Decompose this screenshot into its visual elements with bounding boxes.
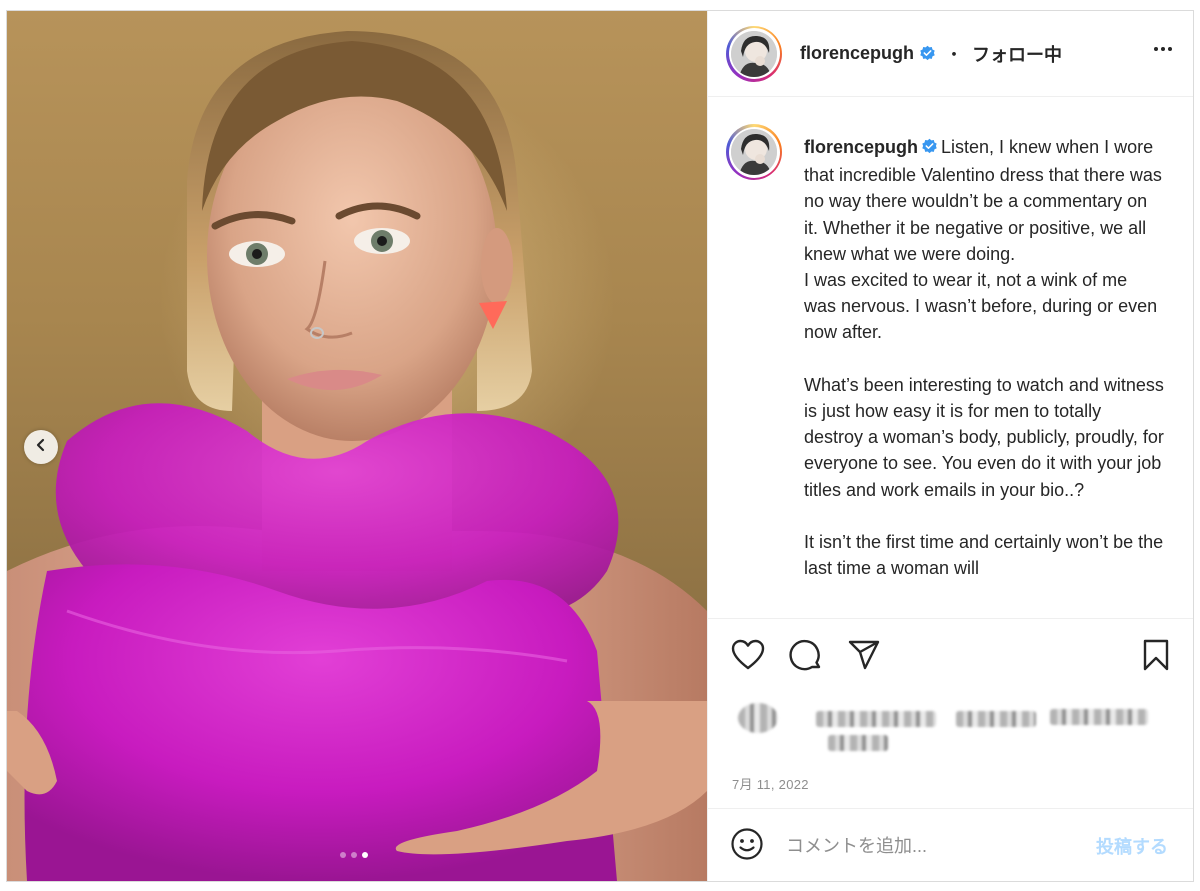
caption-body: Listen, I knew when I wore that incredib… — [804, 137, 1164, 579]
comment-icon — [789, 638, 823, 677]
comment-button[interactable] — [788, 639, 824, 675]
emoji-icon — [730, 828, 764, 865]
following-button[interactable]: フォロー中 — [972, 41, 1062, 67]
verified-badge-icon — [921, 136, 938, 162]
caption-username[interactable]: florencepugh — [804, 137, 918, 157]
carousel-indicator — [340, 852, 368, 858]
post-header: florencepugh ・ フォロー中 — [708, 11, 1193, 97]
comment-input[interactable] — [786, 831, 1066, 861]
avatar-image — [731, 129, 777, 175]
carousel-dot-active — [362, 852, 368, 858]
more-options-button[interactable] — [1152, 41, 1174, 57]
chevron-left-icon — [34, 438, 48, 457]
caption-section: florencepugh Listen, I knew when I wore t… — [708, 98, 1193, 618]
caption-text: florencepugh Listen, I knew when I wore t… — [804, 134, 1164, 581]
share-icon — [847, 639, 881, 676]
like-button[interactable] — [730, 639, 766, 675]
author-avatar[interactable] — [726, 25, 782, 82]
liked-by-text-blurred — [732, 701, 1152, 761]
carousel-dot — [340, 852, 346, 858]
post-dialog: florencepugh ・ フォロー中 florencepugh Listen… — [6, 10, 1194, 882]
verified-badge-icon — [919, 45, 936, 62]
caption-author-avatar[interactable] — [726, 124, 782, 180]
previous-slide-button[interactable] — [24, 430, 58, 464]
post-actions: 7月 11, 2022 — [708, 618, 1193, 808]
avatar-image — [731, 30, 777, 77]
save-button[interactable] — [1138, 639, 1174, 675]
bookmark-icon — [1142, 639, 1170, 676]
post-media — [7, 11, 707, 881]
author-username[interactable]: florencepugh — [800, 43, 914, 64]
post-photo — [7, 31, 707, 881]
post-date[interactable]: 7月 11, 2022 — [732, 774, 809, 793]
carousel-dot — [351, 852, 357, 858]
post-side-panel: florencepugh ・ フォロー中 florencepugh Listen… — [707, 11, 1193, 881]
comment-bar: 投稿する — [708, 808, 1193, 881]
header-separator: ・ — [945, 44, 964, 65]
post-comment-button[interactable]: 投稿する — [1096, 833, 1168, 859]
heart-icon — [731, 639, 765, 676]
share-button[interactable] — [846, 639, 882, 675]
emoji-button[interactable] — [730, 827, 764, 866]
more-icon — [1154, 47, 1158, 51]
